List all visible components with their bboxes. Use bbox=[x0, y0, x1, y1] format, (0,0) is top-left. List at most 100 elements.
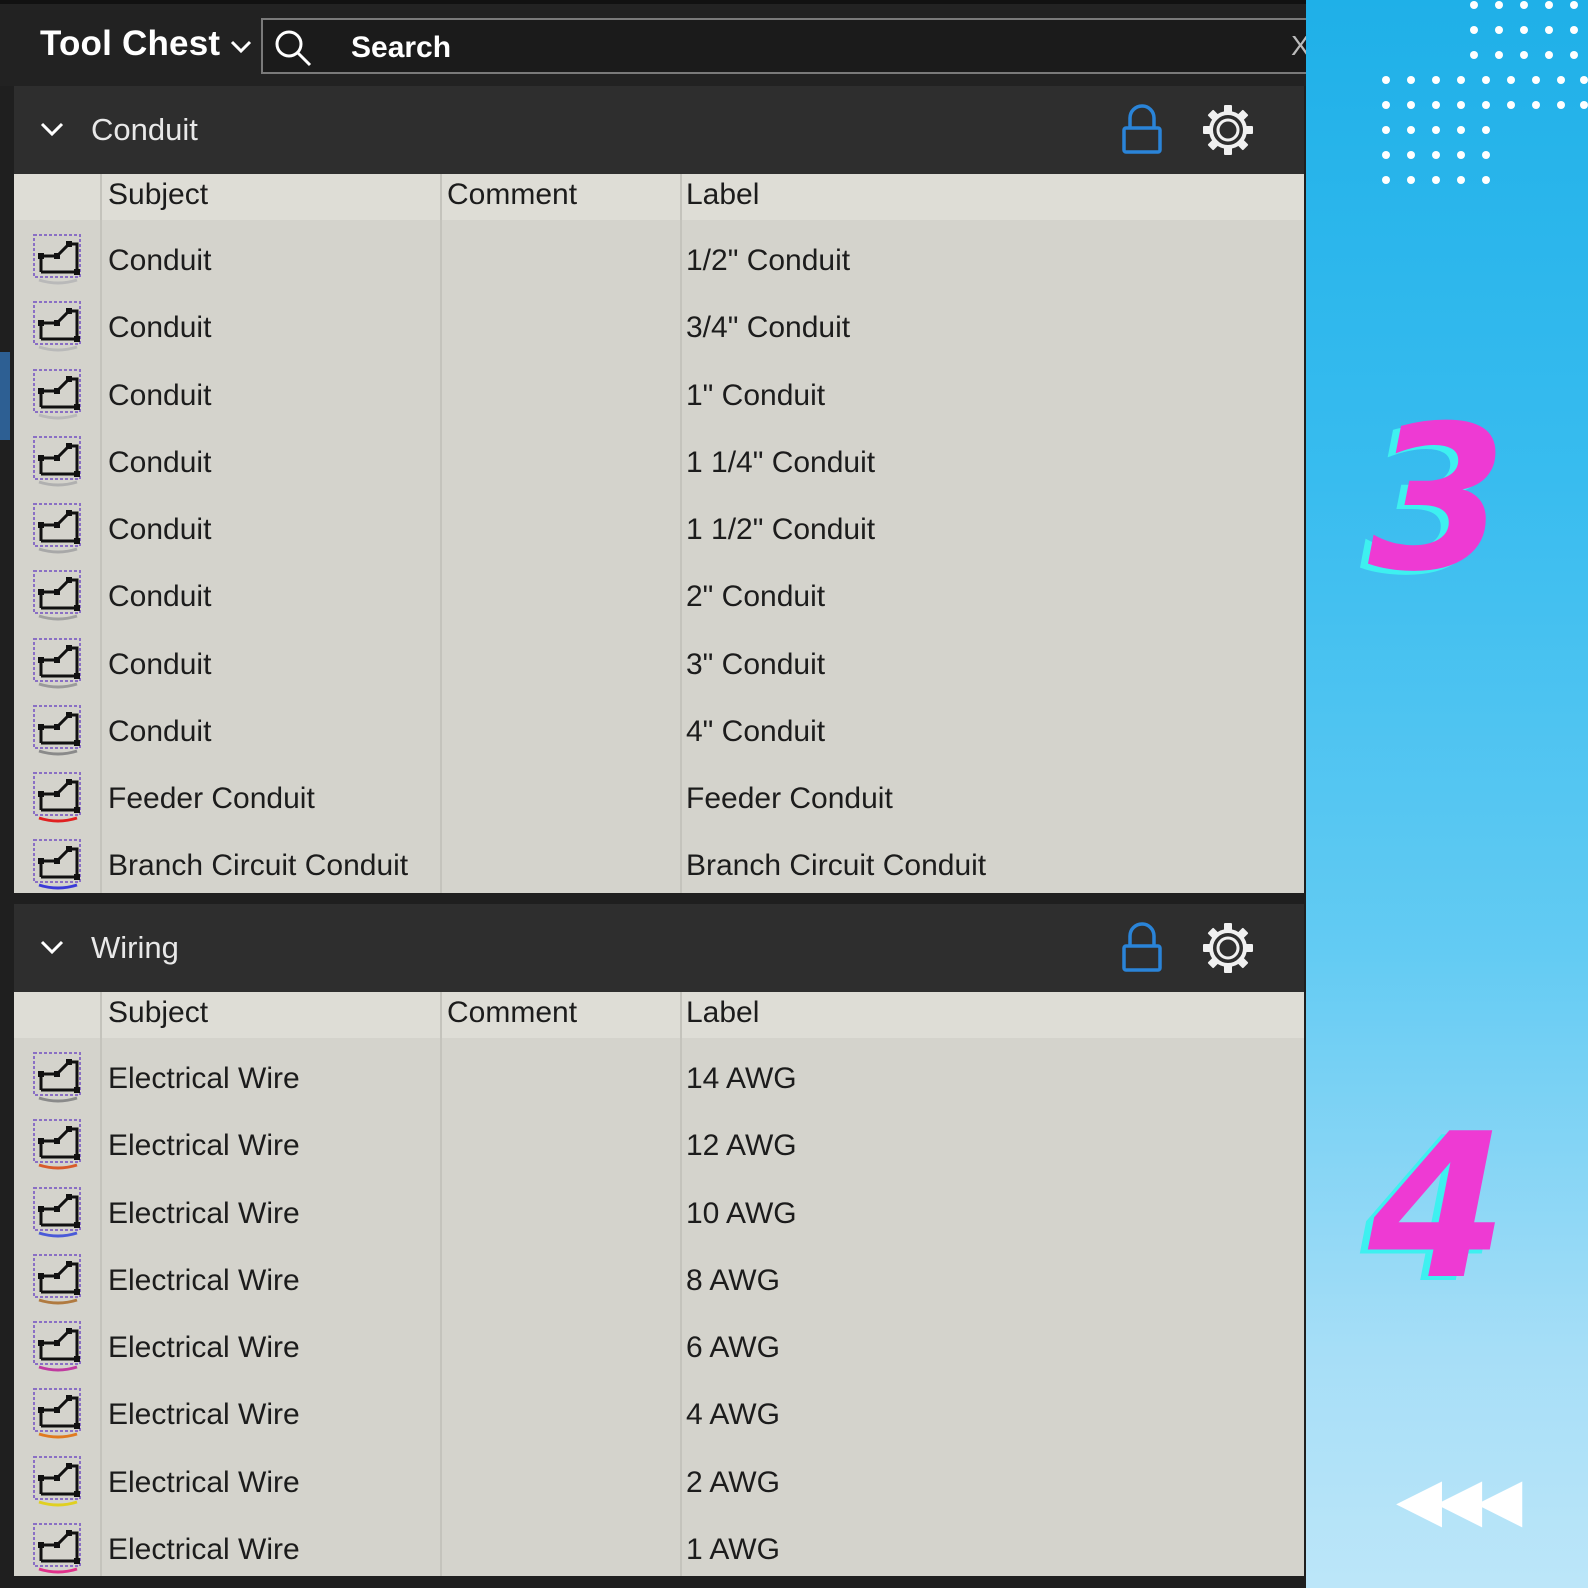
cell-label: 12 AWG bbox=[686, 1129, 797, 1163]
cell-label: 1" Conduit bbox=[686, 378, 826, 412]
polyline-markup-icon bbox=[33, 1186, 81, 1237]
cell-subject: Conduit bbox=[108, 311, 212, 345]
decorative-banner: 3 4 ◀◀◀ bbox=[1306, 0, 1588, 1588]
table-row[interactable]: Conduit 4" Conduit bbox=[14, 691, 1304, 758]
cell-subject: Electrical Wire bbox=[108, 1465, 300, 1499]
decorative-dot bbox=[1432, 76, 1440, 84]
polyline-markup-icon bbox=[33, 1119, 81, 1170]
table-row[interactable]: Branch Circuit Conduit Branch Circuit Con… bbox=[14, 825, 1304, 892]
decorative-dot bbox=[1407, 101, 1415, 109]
table-row[interactable]: Conduit 1 1/4" Conduit bbox=[14, 422, 1304, 489]
decorative-dot bbox=[1495, 51, 1503, 59]
tool-chest-toolbar: Tool Chest X bbox=[0, 0, 1311, 86]
search-box: X bbox=[261, 18, 1311, 74]
table-row[interactable]: Electrical Wire 6 AWG bbox=[14, 1307, 1304, 1374]
decorative-dot bbox=[1470, 1, 1478, 9]
decorative-dot bbox=[1495, 1, 1503, 9]
decorative-dot bbox=[1545, 51, 1553, 59]
decorative-dot bbox=[1457, 101, 1465, 109]
table-row[interactable]: Electrical Wire 2 AWG bbox=[14, 1442, 1304, 1509]
cell-subject: Conduit bbox=[108, 445, 212, 479]
column-header-comment[interactable]: Comment bbox=[447, 178, 577, 212]
decorative-dot bbox=[1507, 76, 1515, 84]
chevron-down-icon[interactable] bbox=[38, 936, 66, 958]
cell-label: Feeder Conduit bbox=[686, 782, 893, 815]
cell-subject: Electrical Wire bbox=[108, 1398, 300, 1432]
column-header-subject[interactable]: Subject bbox=[108, 178, 208, 212]
cell-label: 10 AWG bbox=[686, 1196, 797, 1230]
decorative-dot bbox=[1495, 26, 1503, 34]
table-row[interactable]: Electrical Wire 4 AWG bbox=[14, 1374, 1304, 1441]
decorative-dot bbox=[1432, 151, 1440, 159]
table-row[interactable]: Conduit 2" Conduit bbox=[14, 556, 1304, 623]
cell-subject: Conduit bbox=[108, 513, 212, 546]
cell-label: 3/4" Conduit bbox=[686, 311, 851, 345]
decorative-dot bbox=[1570, 51, 1578, 59]
table-row[interactable]: Conduit 3/4" Conduit bbox=[14, 287, 1304, 354]
table-row[interactable]: Conduit 1 1/2" Conduit bbox=[14, 489, 1304, 556]
cell-subject: Electrical Wire bbox=[108, 1196, 300, 1230]
search-icon bbox=[275, 30, 312, 67]
column-header-comment[interactable]: Comment bbox=[447, 996, 577, 1030]
cell-subject: Feeder Conduit bbox=[108, 782, 315, 815]
decorative-dot bbox=[1507, 101, 1515, 109]
table-row[interactable]: Electrical Wire 14 AWG bbox=[14, 1038, 1304, 1105]
cell-subject: Electrical Wire bbox=[108, 1062, 300, 1095]
decorative-dot bbox=[1557, 101, 1565, 109]
lock-icon[interactable] bbox=[1118, 922, 1166, 974]
cell-label: 8 AWG bbox=[686, 1263, 780, 1297]
table-row[interactable]: Electrical Wire 12 AWG bbox=[14, 1105, 1304, 1172]
polyline-markup-icon bbox=[33, 1253, 81, 1305]
column-header-label[interactable]: Label bbox=[686, 178, 759, 212]
table-row[interactable]: Electrical Wire 10 AWG bbox=[14, 1173, 1304, 1240]
column-divider bbox=[680, 174, 682, 893]
decorative-dot bbox=[1545, 26, 1553, 34]
table-wiring: Subject Comment Label Electrical Wire 14 AWG… bbox=[14, 992, 1304, 1576]
table-row[interactable]: Feeder Conduit Feeder Conduit bbox=[14, 758, 1304, 825]
tool-chest-title[interactable]: Tool Chest bbox=[40, 24, 220, 64]
decorative-dot bbox=[1532, 101, 1540, 109]
decorative-dot bbox=[1545, 1, 1553, 9]
column-header-subject[interactable]: Subject bbox=[108, 996, 208, 1030]
decorative-dot bbox=[1482, 176, 1490, 184]
table-row[interactable]: Conduit 1" Conduit bbox=[14, 355, 1304, 422]
decorative-dot bbox=[1580, 76, 1588, 84]
search-input[interactable] bbox=[349, 28, 1253, 68]
section-header-conduit[interactable]: Conduit bbox=[14, 86, 1304, 174]
table-row[interactable]: Conduit 1/2" Conduit bbox=[14, 220, 1304, 287]
chevron-down-icon[interactable] bbox=[38, 118, 66, 140]
decorative-dot bbox=[1520, 26, 1528, 34]
decorative-dot bbox=[1520, 1, 1528, 9]
lock-icon[interactable] bbox=[1118, 104, 1166, 156]
gear-icon[interactable] bbox=[1202, 104, 1254, 156]
polyline-markup-icon bbox=[33, 503, 81, 554]
polyline-markup-icon bbox=[33, 1052, 81, 1103]
chevron-down-icon[interactable] bbox=[228, 36, 254, 56]
cell-subject: Branch Circuit Conduit bbox=[108, 849, 409, 883]
decorative-dot bbox=[1570, 1, 1578, 9]
decorative-dot bbox=[1457, 126, 1465, 134]
decorative-dot bbox=[1382, 176, 1390, 184]
decorative-dot bbox=[1482, 76, 1490, 84]
gear-icon[interactable] bbox=[1202, 922, 1254, 974]
cell-subject: Electrical Wire bbox=[108, 1129, 300, 1163]
column-header-label[interactable]: Label bbox=[686, 996, 759, 1030]
decorative-dot bbox=[1407, 176, 1415, 184]
polyline-markup-icon bbox=[33, 1522, 81, 1574]
cell-label: 4" Conduit bbox=[686, 714, 826, 748]
decorative-dot bbox=[1457, 76, 1465, 84]
decorative-dot bbox=[1520, 51, 1528, 59]
table-row[interactable]: Conduit 3" Conduit bbox=[14, 624, 1304, 691]
polyline-markup-icon bbox=[33, 1388, 81, 1439]
tool-chest-panel: Tool Chest X Conduit Subject Comment Label C… bbox=[0, 0, 1311, 1588]
polyline-markup-icon bbox=[33, 1321, 81, 1372]
cell-label: 4 AWG bbox=[686, 1398, 780, 1432]
table-row[interactable]: Electrical Wire 8 AWG bbox=[14, 1240, 1304, 1307]
decorative-dot bbox=[1532, 76, 1540, 84]
table-row[interactable]: Electrical Wire 1 AWG bbox=[14, 1509, 1304, 1576]
decorative-dot bbox=[1482, 151, 1490, 159]
column-divider bbox=[440, 174, 442, 893]
cell-label: 2" Conduit bbox=[686, 580, 826, 614]
section-header-wiring[interactable]: Wiring bbox=[14, 904, 1304, 992]
decorative-dot bbox=[1407, 151, 1415, 159]
